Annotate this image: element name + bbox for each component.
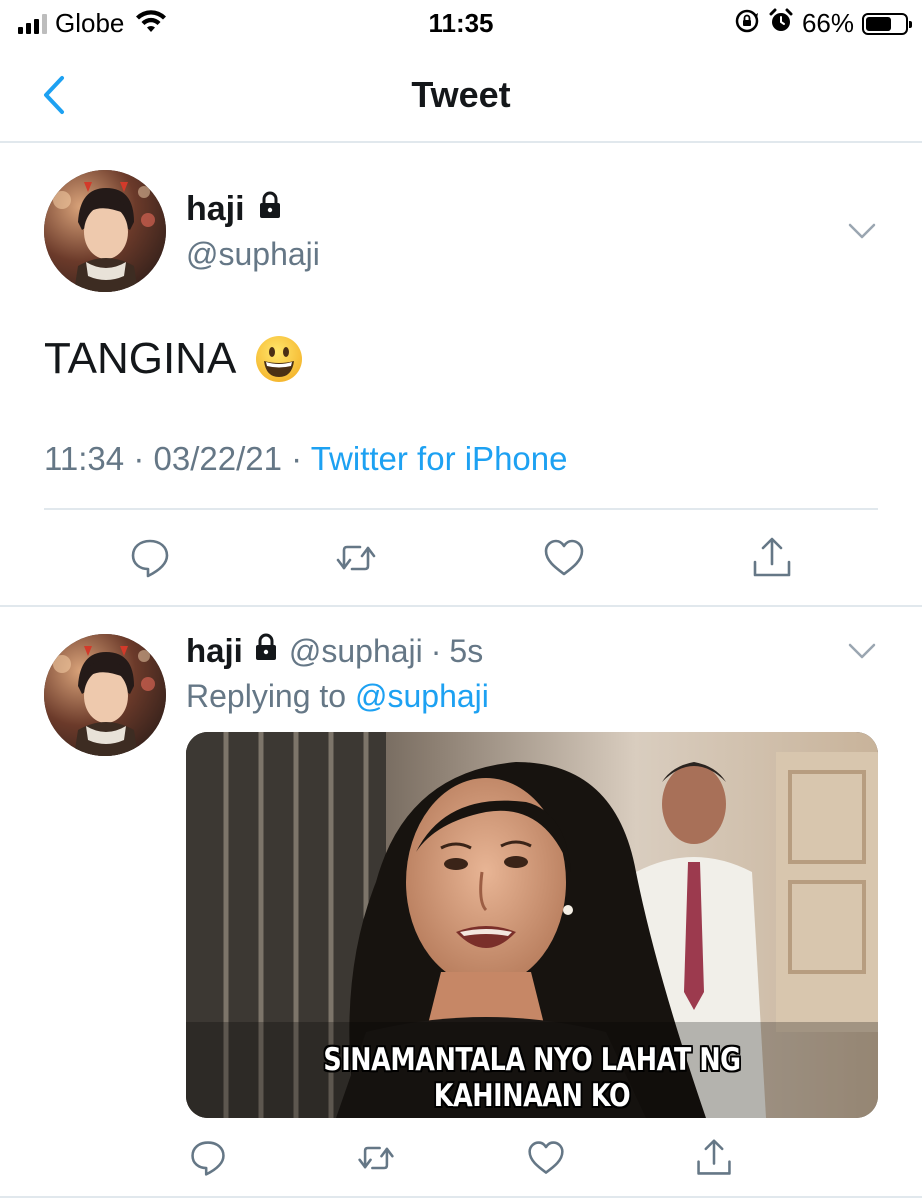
media-caption: SINAMANTALA NYO LAHAT NG KAHINAAN KO xyxy=(323,1042,741,1114)
divider xyxy=(0,1196,922,1198)
tweet-body: TANGINA xyxy=(44,334,237,383)
like-button[interactable] xyxy=(542,536,586,580)
retweet-button[interactable] xyxy=(354,1136,398,1180)
tweet-date: 03/22/21 xyxy=(153,440,282,477)
more-options-button[interactable] xyxy=(848,222,876,240)
main-tweet-author[interactable]: haji xyxy=(186,190,285,229)
tweet-time: 11:34 xyxy=(44,440,125,477)
tweet-text: TANGINA xyxy=(44,334,304,384)
reply-tweet-header: haji @suphaji · 5s xyxy=(186,632,483,670)
lock-icon xyxy=(251,632,281,670)
like-button[interactable] xyxy=(524,1136,568,1180)
retweet-icon xyxy=(336,545,376,571)
avatar[interactable] xyxy=(44,170,166,292)
retweet-button[interactable] xyxy=(334,536,378,580)
lock-icon xyxy=(255,190,285,229)
handle[interactable]: @suphaji xyxy=(186,236,320,273)
reply-icon xyxy=(131,539,169,578)
battery-icon xyxy=(862,12,912,35)
share-button[interactable] xyxy=(692,1136,736,1180)
avatar[interactable] xyxy=(44,634,166,756)
reply-button[interactable] xyxy=(186,1136,230,1180)
meta-separator: · xyxy=(133,440,145,477)
tweet-media[interactable]: SINAMANTALA NYO LAHAT NG KAHINAAN KO xyxy=(186,732,878,1118)
battery-level xyxy=(866,16,892,31)
alarm-icon xyxy=(768,8,794,39)
divider xyxy=(0,605,922,607)
reply-icon xyxy=(191,1141,225,1176)
like-icon xyxy=(544,539,584,576)
mention-link[interactable]: @suphaji xyxy=(355,678,489,714)
share-icon xyxy=(697,1139,731,1175)
divider xyxy=(44,508,878,510)
tweet-timestamp: 5s xyxy=(449,632,484,669)
rotation-lock-icon xyxy=(734,8,760,39)
page-title: Tweet xyxy=(411,74,511,115)
retweet-icon xyxy=(358,1146,394,1170)
handle[interactable]: @suphaji xyxy=(289,633,423,670)
chevron-down-icon xyxy=(848,223,876,239)
tweet-source-link[interactable]: Twitter for iPhone xyxy=(311,440,568,477)
replying-to: Replying to @suphaji xyxy=(186,678,489,715)
share-icon xyxy=(753,537,791,577)
meta-separator: · xyxy=(291,440,303,477)
like-icon xyxy=(528,1141,564,1174)
status-bar: Globe 11:35 66% xyxy=(0,0,922,50)
more-options-button[interactable] xyxy=(848,642,876,660)
display-name[interactable]: haji xyxy=(186,632,243,670)
header-separator: · xyxy=(430,632,442,669)
replying-prefix: Replying to xyxy=(186,678,347,714)
share-button[interactable] xyxy=(750,536,794,580)
grinning-face-emoji xyxy=(254,334,304,384)
status-right: 66% xyxy=(734,8,912,39)
chevron-down-icon xyxy=(848,643,876,659)
tweet-meta: 11:34 · 03/22/21 · Twitter for iPhone xyxy=(44,440,567,478)
display-name[interactable]: haji xyxy=(186,190,245,229)
battery-percent: 66% xyxy=(801,8,854,38)
reply-button[interactable] xyxy=(128,536,172,580)
navbar: Tweet xyxy=(0,50,922,143)
